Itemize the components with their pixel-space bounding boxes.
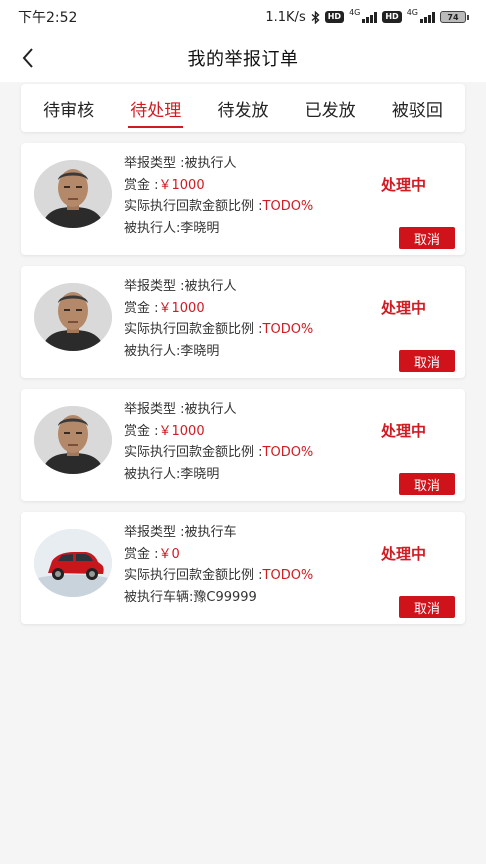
cancel-button[interactable]: 取消 [399, 350, 455, 372]
tab-pending-payout[interactable]: 待发放 [215, 84, 270, 132]
hd-badge-1: HD [324, 11, 345, 23]
cancel-button[interactable]: 取消 [399, 596, 455, 618]
report-type: 举报类型 :被执行人 [124, 279, 237, 294]
person-photo [34, 283, 112, 351]
cancel-button[interactable]: 取消 [399, 227, 455, 249]
tab-rejected[interactable]: 被驳回 [390, 84, 445, 132]
battery-level: 74 [447, 12, 459, 22]
recovery-ratio: 实际执行回款金额比例 :TODO% [124, 322, 314, 337]
tab-bar: 待审核 待处理 待发放 已发放 被驳回 [21, 84, 465, 132]
net-speed: 1.1K/s [265, 9, 306, 25]
report-type: 举报类型 :被执行人 [124, 156, 237, 171]
order-card[interactable]: 举报类型 :被执行人 赏金 :￥1000 实际执行回款金额比例 :TODO% 被… [21, 143, 465, 255]
car-photo [34, 529, 112, 597]
network-type-1: 4G [349, 8, 361, 17]
target: 被执行人:李晓明 [124, 220, 220, 236]
status-icons: 1.1K/s HD 4G HD 4G 74 [265, 8, 469, 25]
person-photo [34, 160, 112, 228]
order-info: 举报类型 :被执行人 赏金 :￥1000 实际执行回款金额比例 :TODO% 被… [124, 153, 374, 239]
signal-icon-1 [362, 11, 378, 23]
recovery-ratio: 实际执行回款金额比例 :TODO% [124, 568, 314, 583]
status-badge: 处理中 [381, 422, 427, 440]
recovery-ratio: 实际执行回款金额比例 :TODO% [124, 445, 314, 460]
target: 被执行车辆:豫C99999 [124, 589, 257, 605]
tab-pending-review[interactable]: 待审核 [41, 84, 96, 132]
tab-paid-out[interactable]: 已发放 [303, 84, 358, 132]
page-title: 我的举报订单 [187, 49, 299, 70]
order-info: 举报类型 :被执行人 赏金 :￥1000 实际执行回款金额比例 :TODO% 被… [124, 399, 374, 485]
tab-processing[interactable]: 待处理 [128, 84, 184, 132]
order-card[interactable]: 举报类型 :被执行人 赏金 :￥1000 实际执行回款金额比例 :TODO% 被… [21, 266, 465, 378]
reward: 赏金 :￥0 [124, 546, 180, 562]
chevron-left-icon [22, 48, 33, 68]
cancel-button[interactable]: 取消 [399, 473, 455, 495]
order-info: 举报类型 :被执行车 赏金 :￥0 实际执行回款金额比例 :TODO% 被执行车… [124, 522, 374, 608]
reward: 赏金 :￥1000 [124, 177, 205, 193]
target: 被执行人:李晓明 [124, 466, 220, 482]
person-photo [34, 406, 112, 474]
status-time: 下午2:52 [18, 10, 78, 26]
network-type-2: 4G [406, 8, 418, 17]
status-badge: 处理中 [381, 545, 427, 563]
order-info: 举报类型 :被执行人 赏金 :￥1000 实际执行回款金额比例 :TODO% 被… [124, 276, 374, 362]
order-list: 举报类型 :被执行人 赏金 :￥1000 实际执行回款金额比例 :TODO% 被… [21, 143, 465, 635]
report-type: 举报类型 :被执行车 [124, 525, 237, 540]
report-type: 举报类型 :被执行人 [124, 402, 237, 417]
bluetooth-icon [311, 10, 320, 24]
battery-icon: 74 [440, 11, 469, 23]
back-button[interactable] [14, 44, 42, 72]
app-header: 我的举报订单 [0, 34, 486, 82]
target: 被执行人:李晓明 [124, 343, 220, 359]
status-badge: 处理中 [381, 299, 427, 317]
status-bar: 下午2:52 1.1K/s HD 4G HD 4G 74 [0, 0, 486, 34]
status-badge: 处理中 [381, 176, 427, 194]
reward: 赏金 :￥1000 [124, 423, 205, 439]
order-card[interactable]: 举报类型 :被执行人 赏金 :￥1000 实际执行回款金额比例 :TODO% 被… [21, 389, 465, 501]
reward: 赏金 :￥1000 [124, 300, 205, 316]
recovery-ratio: 实际执行回款金额比例 :TODO% [124, 199, 314, 214]
order-card[interactable]: 举报类型 :被执行车 赏金 :￥0 实际执行回款金额比例 :TODO% 被执行车… [21, 512, 465, 624]
hd-badge-2: HD [382, 11, 402, 23]
signal-icon-2 [420, 11, 435, 23]
